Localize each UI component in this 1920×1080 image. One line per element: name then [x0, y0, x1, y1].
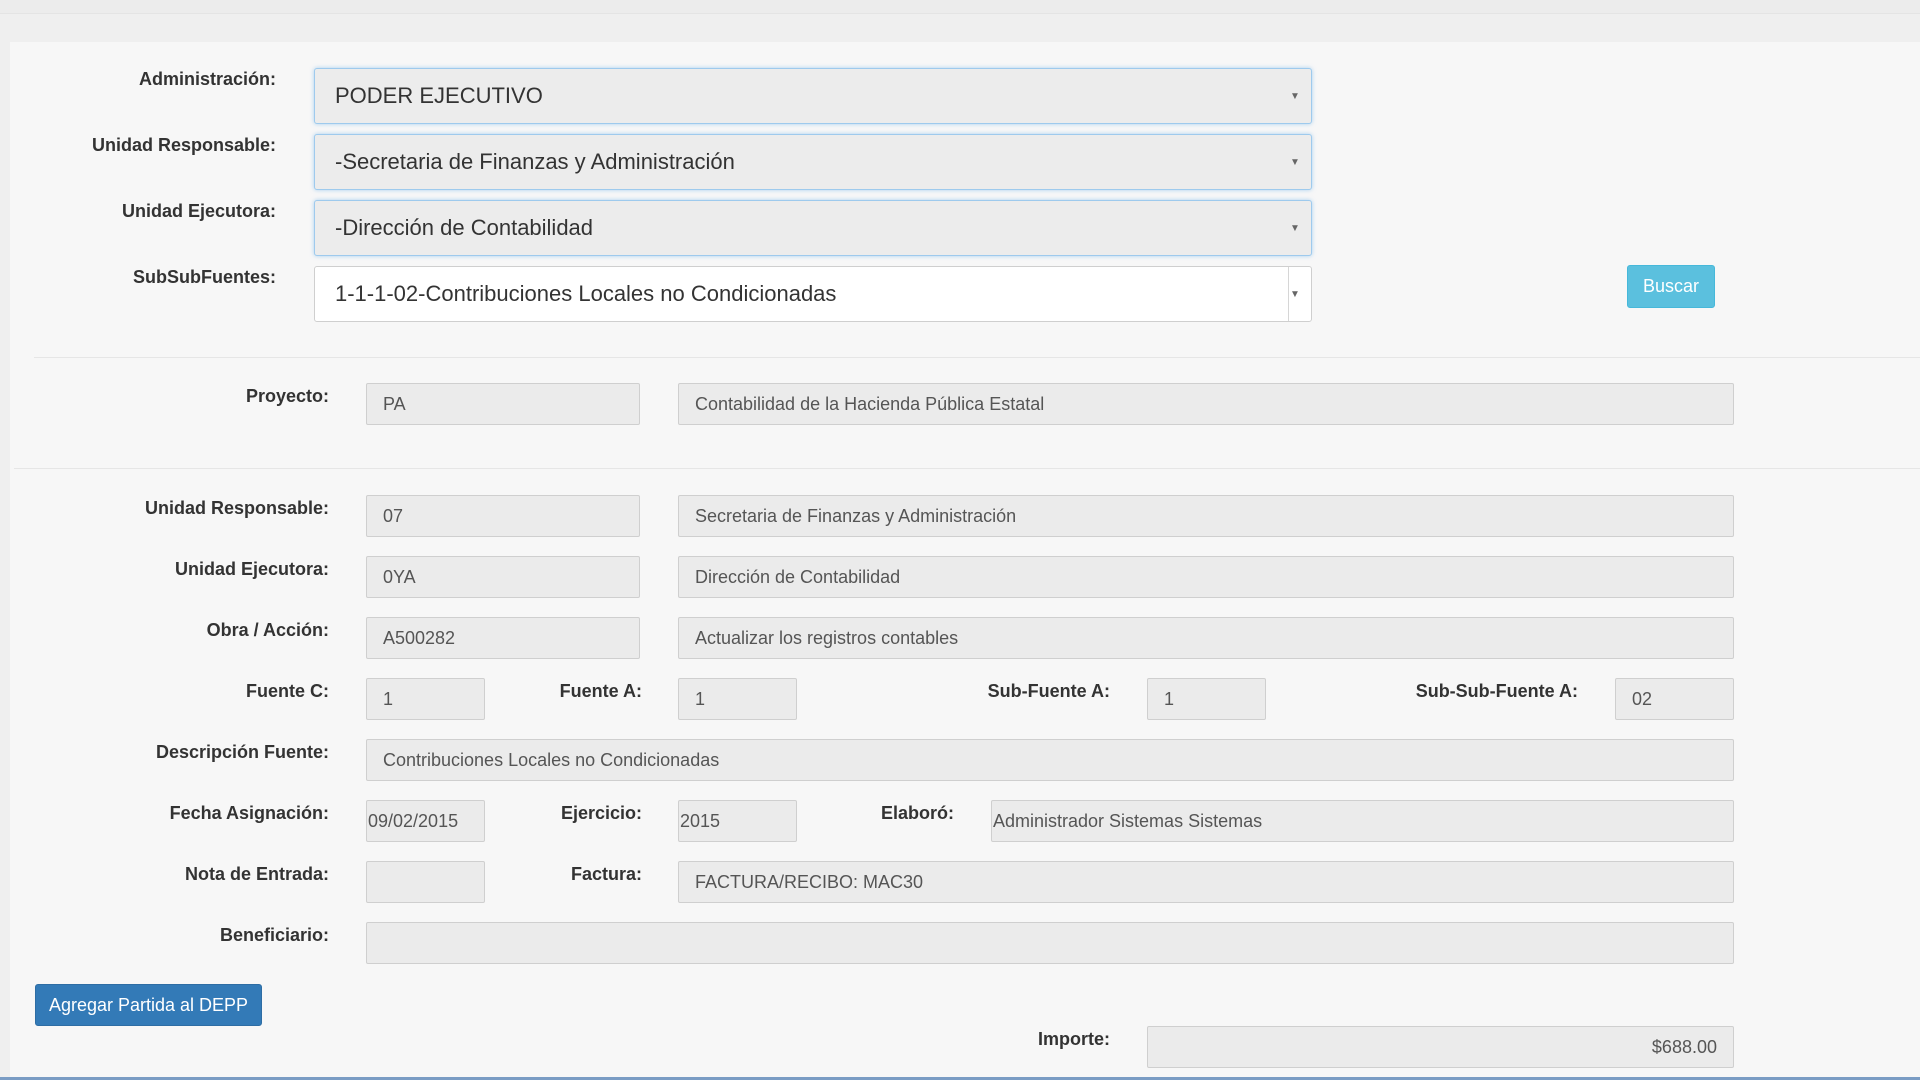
unidad-ejecutora-filter-label: Unidad Ejecutora:: [121, 201, 276, 221]
beneficiario-field[interactable]: [366, 922, 1734, 964]
nota-entrada-field[interactable]: [366, 861, 485, 903]
factura-label: Factura:: [570, 864, 642, 884]
subsubfuentes-select-value: 1-1-1-02-Contribuciones Locales no Condi…: [335, 281, 837, 306]
unidad-ejecutora-select[interactable]: -Dirección de Contabilidad ▼: [314, 200, 1312, 256]
divider: [34, 357, 1920, 358]
subsubfuentes-label: SubSubFuentes:: [133, 267, 276, 287]
subsubfuentes-select[interactable]: 1-1-1-02-Contribuciones Locales no Condi…: [314, 266, 1312, 322]
chevron-down-icon: ▼: [1290, 157, 1300, 168]
obra-accion-label: Obra / Acción:: [206, 620, 329, 640]
chevron-down-icon: ▼: [1290, 223, 1300, 234]
proyecto-name-field[interactable]: Contabilidad de la Hacienda Pública Esta…: [678, 383, 1734, 425]
descripcion-fuente-field[interactable]: Contribuciones Locales no Condicionadas: [366, 739, 1734, 781]
beneficiario-label: Beneficiario:: [219, 925, 329, 945]
elaboro-label: Elaboró:: [880, 803, 954, 823]
importe-field[interactable]: $688.00: [1147, 1026, 1734, 1068]
agregar-partida-button[interactable]: Agregar Partida al DEPP: [35, 984, 262, 1026]
administracion-label: Administración:: [138, 69, 276, 89]
ejercicio-label: Ejercicio:: [560, 803, 642, 823]
sub-fuente-a-field[interactable]: 1: [1147, 678, 1266, 720]
nota-entrada-label: Nota de Entrada:: [184, 864, 329, 884]
fecha-asignacion-label: Fecha Asignación:: [169, 803, 329, 823]
obra-accion-code-field[interactable]: A500282: [366, 617, 640, 659]
fuente-c-label: Fuente C:: [246, 681, 329, 701]
sub-fuente-a-label: Sub-Fuente A:: [987, 681, 1110, 701]
chevron-down-icon: ▼: [1290, 289, 1300, 300]
divider: [14, 468, 1920, 469]
unidad-responsable-name-field[interactable]: Secretaria de Finanzas y Administración: [678, 495, 1734, 537]
unidad-responsable-code-field[interactable]: 07: [366, 495, 640, 537]
fecha-asignacion-field[interactable]: 09/02/2015: [366, 800, 485, 842]
unidad-ejecutora-select-value: -Dirección de Contabilidad: [335, 215, 594, 240]
chevron-down-icon: ▼: [1290, 91, 1300, 102]
sub-sub-fuente-a-label: Sub-Sub-Fuente A:: [1415, 681, 1578, 701]
importe-label: Importe:: [1038, 1029, 1110, 1049]
unidad-responsable-select-value: -Secretaria de Finanzas y Administración: [335, 149, 735, 174]
administracion-select[interactable]: PODER EJECUTIVO ▼: [314, 68, 1312, 124]
obra-accion-name-field[interactable]: Actualizar los registros contables: [678, 617, 1734, 659]
buscar-button[interactable]: Buscar: [1627, 265, 1715, 308]
unidad-ejecutora-code-field[interactable]: 0YA: [366, 556, 640, 598]
descripcion-fuente-label: Descripción Fuente:: [155, 742, 329, 762]
fuente-a-label: Fuente A:: [559, 681, 642, 701]
proyecto-label: Proyecto:: [245, 386, 329, 406]
sub-sub-fuente-a-field[interactable]: 02: [1615, 678, 1734, 720]
top-bar: [0, 0, 1920, 14]
unidad-responsable-filter-label: Unidad Responsable:: [91, 135, 276, 155]
unidad-responsable-label: Unidad Responsable:: [144, 498, 329, 518]
ejercicio-field[interactable]: 2015: [678, 800, 797, 842]
unidad-ejecutora-name-field[interactable]: Dirección de Contabilidad: [678, 556, 1734, 598]
administracion-select-value: PODER EJECUTIVO: [335, 83, 543, 108]
proyecto-code-field[interactable]: PA: [366, 383, 640, 425]
factura-field[interactable]: FACTURA/RECIBO: MAC30: [678, 861, 1734, 903]
unidad-responsable-select[interactable]: -Secretaria de Finanzas y Administración…: [314, 134, 1312, 190]
fuente-a-field[interactable]: 1: [678, 678, 797, 720]
unidad-ejecutora-label: Unidad Ejecutora:: [174, 559, 329, 579]
fuente-c-field[interactable]: 1: [366, 678, 485, 720]
elaboro-field[interactable]: Administrador Sistemas Sistemas: [991, 800, 1734, 842]
